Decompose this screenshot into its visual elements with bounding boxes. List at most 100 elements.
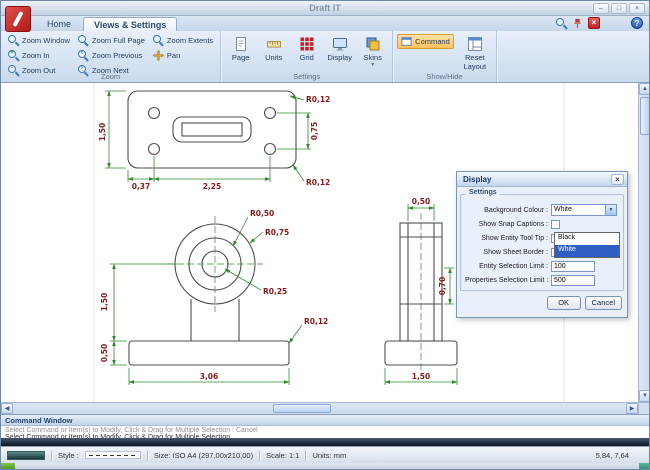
status-separator	[147, 450, 148, 461]
zoom-previous-button[interactable]: ‹ Zoom Previous	[75, 49, 148, 62]
pan-icon	[153, 50, 164, 61]
command-input[interactable]	[1, 438, 649, 446]
line-style-preview[interactable]	[85, 451, 141, 459]
tab-views-settings[interactable]: Views & Settings	[83, 17, 177, 31]
page-icon	[233, 36, 249, 52]
vertical-scrollbar[interactable]: ▲ ▼	[638, 83, 650, 402]
button-label: Units	[265, 53, 282, 62]
button-label: Zoom Extents	[167, 36, 213, 45]
zoom-extents-icon	[153, 35, 164, 46]
grid-button[interactable]: Grid	[291, 34, 322, 69]
button-label: Skins	[364, 53, 382, 62]
pan-button[interactable]: Pan	[150, 49, 216, 62]
button-label: Display	[327, 53, 352, 62]
page-button[interactable]: Page	[225, 34, 256, 69]
reset-layout-icon	[467, 36, 483, 52]
chevron-down-icon[interactable]: ▼	[605, 205, 616, 215]
entity-limit-label: Entity Selection Limit :	[465, 263, 551, 270]
reset-layout-button[interactable]: Reset Layout	[458, 34, 492, 73]
entity-tooltip-label: Show Entity Tool Tip :	[465, 235, 551, 242]
vertical-scroll-thumb[interactable]	[640, 97, 650, 135]
help-icon[interactable]: ?	[631, 17, 643, 29]
snap-captions-checkbox[interactable]	[551, 220, 560, 229]
zoom-window-button[interactable]: Zoom Window	[5, 34, 73, 47]
display-button[interactable]: Display	[324, 34, 355, 69]
button-label: Page	[232, 53, 250, 62]
ok-button[interactable]: OK	[547, 296, 581, 310]
dropdown-option-black[interactable]: Black	[555, 233, 619, 245]
colour-swatch[interactable]	[7, 451, 45, 460]
sheet-border-label: Show Sheet Border :	[465, 249, 551, 256]
dim-label: 0,37	[132, 182, 151, 191]
status-units: Units: mm	[312, 451, 346, 460]
scroll-up-icon[interactable]: ▲	[639, 83, 650, 95]
properties-limit-input[interactable]	[551, 275, 595, 286]
command-history-line: Select Command or Item(s) to Modify, Cli…	[1, 427, 649, 434]
skins-icon	[365, 36, 381, 52]
dim-label: 0,75	[310, 122, 319, 141]
snap-captions-label: Show Snap Captions :	[465, 221, 551, 228]
background-colour-row: Background Colour : White ▼	[465, 203, 619, 217]
settings-group-label: Settings	[466, 189, 500, 196]
background-colour-select[interactable]: White ▼	[551, 204, 617, 216]
horizontal-scrollbar[interactable]: ◀ ▶	[1, 402, 638, 414]
horizontal-scroll-thumb[interactable]	[273, 404, 331, 413]
app-logo-icon[interactable]	[5, 6, 31, 32]
skins-button[interactable]: Skins ▼	[357, 34, 388, 69]
button-label: Zoom Window	[22, 36, 70, 45]
button-label: Command	[415, 37, 450, 46]
zoom-in-button[interactable]: + Zoom In	[5, 49, 73, 62]
dim-label: R0,12	[306, 178, 330, 187]
properties-limit-label: Properties Selection Limit :	[465, 277, 551, 284]
units-icon	[266, 36, 282, 52]
window-minimize-button[interactable]: –	[593, 3, 609, 14]
dim-label: 3,06	[200, 372, 219, 381]
window-close-button[interactable]: ×	[629, 3, 645, 14]
dropdown-option-white[interactable]: White	[555, 245, 619, 257]
command-window-title: Command Window	[5, 416, 72, 425]
scroll-left-icon[interactable]: ◀	[1, 403, 13, 414]
status-size: Size: ISO A4 (297,00x210,00)	[154, 451, 253, 460]
cursor-coordinates: 5,84, 7,64	[596, 451, 629, 460]
ribbon-group-showhide: Command Reset Layout Show/Hide	[393, 31, 497, 82]
cancel-button[interactable]: Cancel	[585, 296, 622, 310]
zoom-full-page-button[interactable]: Zoom Full Page	[75, 34, 148, 47]
tab-home[interactable]: Home	[37, 17, 81, 31]
dialog-title-bar[interactable]: Display ×	[457, 172, 627, 187]
button-label: Grid	[300, 53, 314, 62]
scroll-right-icon[interactable]: ▶	[626, 403, 638, 414]
status-bar: Style : Size: ISO A4 (297,00x210,00) Sca…	[1, 446, 649, 463]
ribbon-group-settings: Page Units	[221, 31, 393, 82]
ribbon-group-zoom: Zoom Window + Zoom In - Zoom Out Zoom Fu…	[1, 31, 221, 82]
status-separator	[259, 450, 260, 461]
dim-label: 0,50	[412, 197, 431, 206]
dialog-close-icon[interactable]: ×	[611, 174, 624, 185]
ribbon-close-icon[interactable]: ×	[588, 17, 600, 29]
title-bar: Draft IT – □ ×	[1, 1, 649, 16]
dim-label: R0,12	[304, 317, 328, 326]
units-button[interactable]: Units	[258, 34, 289, 69]
command-window: Command Window Select Command or Item(s)…	[1, 414, 649, 446]
window-title: Draft IT	[309, 3, 341, 13]
top-view-geometry	[128, 91, 296, 168]
scroll-down-icon[interactable]: ▼	[639, 390, 650, 402]
window-maximize-button[interactable]: □	[611, 3, 627, 14]
entity-limit-row: Entity Selection Limit :	[465, 259, 619, 273]
status-separator	[51, 450, 52, 461]
background-colour-value: White	[552, 205, 605, 215]
entity-limit-input[interactable]	[551, 261, 595, 272]
command-toggle-button[interactable]: Command	[397, 34, 454, 49]
ribbon: Zoom Window + Zoom In - Zoom Out Zoom Fu…	[1, 31, 649, 83]
button-label: Zoom Full Page	[92, 36, 145, 45]
dim-label: 1,50	[98, 123, 107, 142]
properties-limit-row: Properties Selection Limit :	[465, 273, 619, 287]
command-window-header[interactable]: Command Window	[1, 415, 649, 426]
zoom-previous-icon: ‹	[78, 50, 89, 61]
zoom-extents-button[interactable]: Zoom Extents	[150, 34, 216, 47]
front-view-centerlines	[167, 216, 263, 312]
pin-icon[interactable]	[572, 18, 583, 29]
style-label: Style :	[58, 451, 79, 460]
dim-label: R0,75	[265, 228, 289, 237]
dim-label: R0,12	[306, 95, 330, 104]
search-tool-icon[interactable]	[556, 18, 567, 29]
